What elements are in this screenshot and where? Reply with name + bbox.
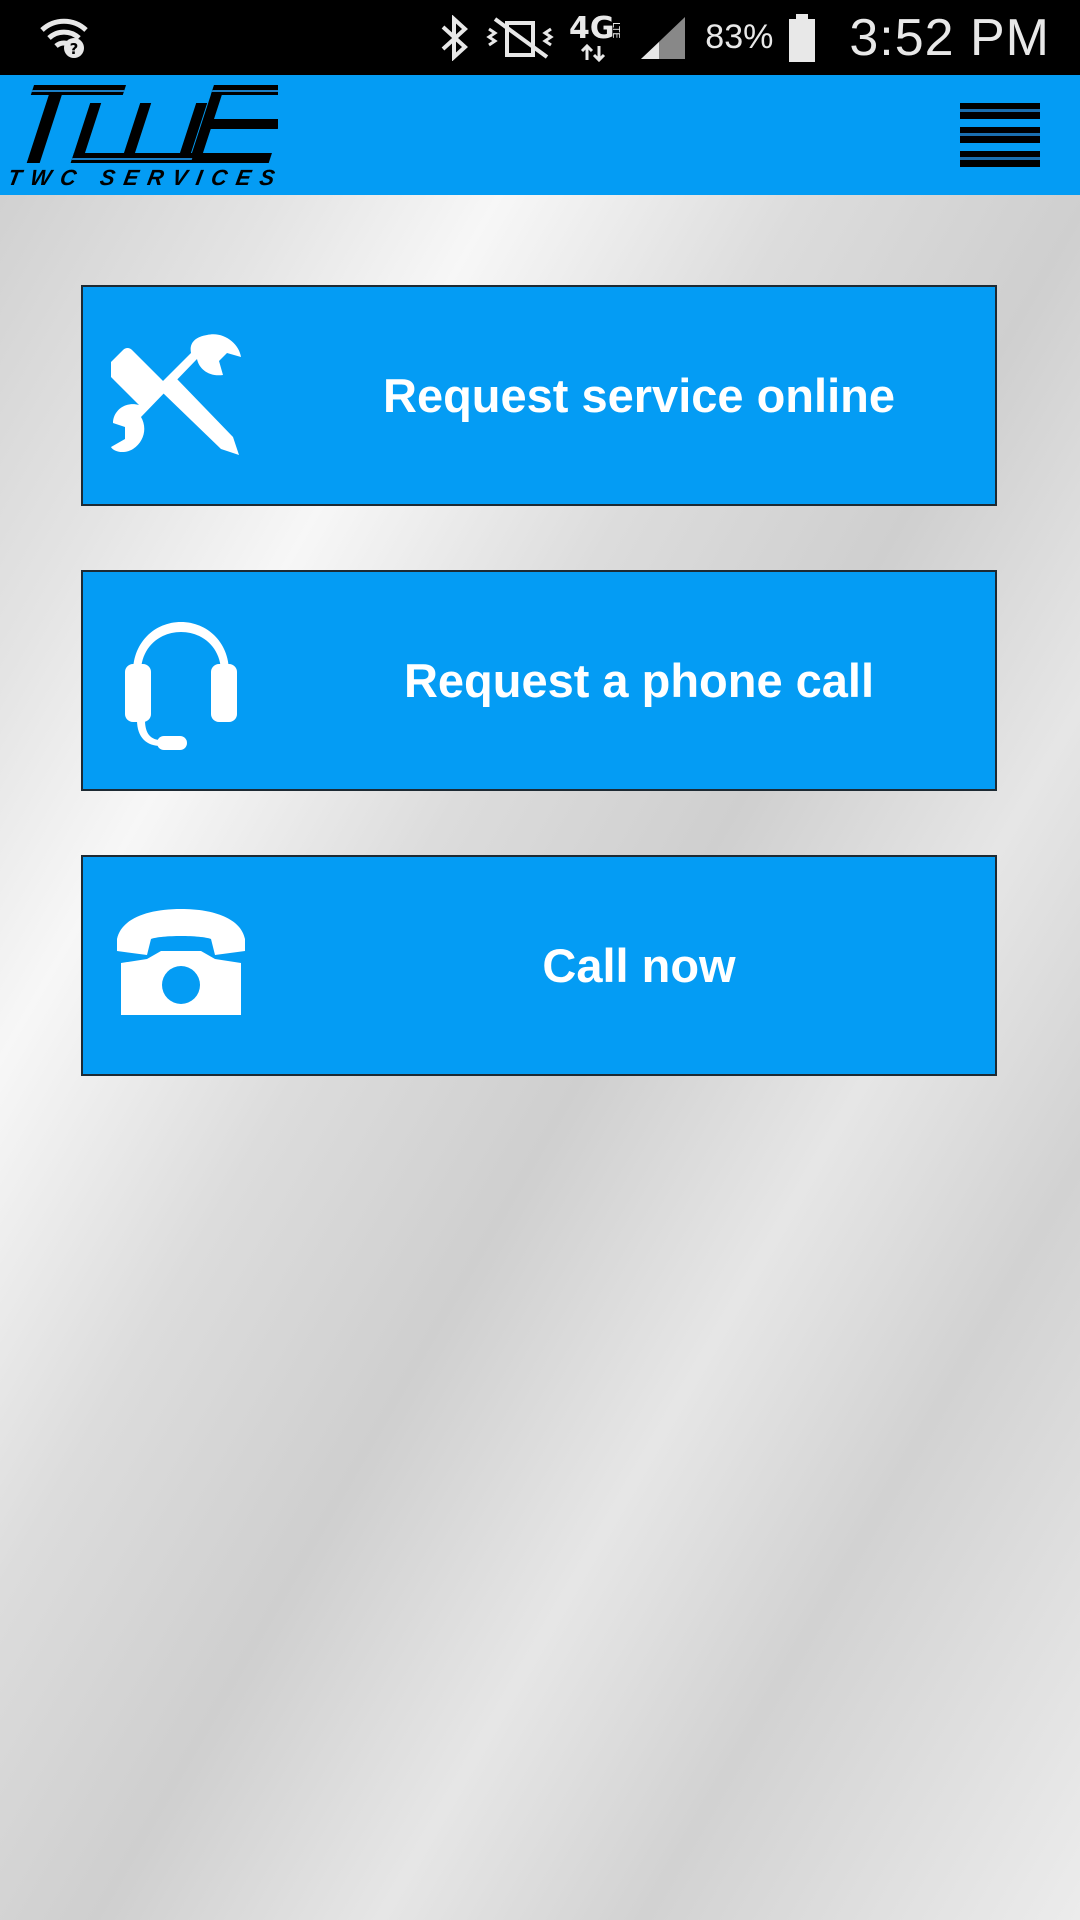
- svg-text:LTE: LTE: [610, 22, 621, 39]
- tools-icon: [111, 334, 241, 455]
- wifi-icon: ?: [40, 18, 88, 58]
- headset-icon: [125, 622, 237, 750]
- menu-bar: [960, 151, 1040, 167]
- bluetooth-icon: [441, 14, 469, 61]
- hamburger-menu-icon[interactable]: [960, 103, 1040, 167]
- menu-bar: [960, 127, 1040, 143]
- request-phone-call-label: Request a phone call: [403, 654, 875, 707]
- app-header: TWC SERVICES: [0, 75, 1080, 195]
- signal-icon: [641, 16, 686, 59]
- request-service-online-button[interactable]: Request service online: [81, 285, 997, 506]
- call-now-label: Call now: [542, 939, 736, 992]
- call-now-button[interactable]: Call now: [81, 855, 997, 1076]
- status-clock: 3:52 PM: [849, 8, 1050, 67]
- telephone-icon: [117, 909, 245, 1015]
- vibrate-mute-icon: [486, 16, 554, 59]
- status-icons: 4G LTE 83% 3:52 PM: [437, 0, 1050, 75]
- menu-bar: [960, 103, 1040, 119]
- request-service-online-label: Request service online: [383, 369, 895, 422]
- status-bar: ? 4G LTE 83% 3:52 PM: [0, 0, 1080, 75]
- battery-percent: 83%: [705, 18, 774, 56]
- battery-icon: [789, 13, 816, 62]
- lte-icon: 4G LTE: [569, 11, 621, 62]
- request-phone-call-button[interactable]: Request a phone call: [81, 570, 997, 791]
- svg-text:?: ?: [70, 40, 79, 58]
- svg-text:4G: 4G: [569, 11, 615, 46]
- logo-wordmark: TWC SERVICES: [5, 165, 286, 190]
